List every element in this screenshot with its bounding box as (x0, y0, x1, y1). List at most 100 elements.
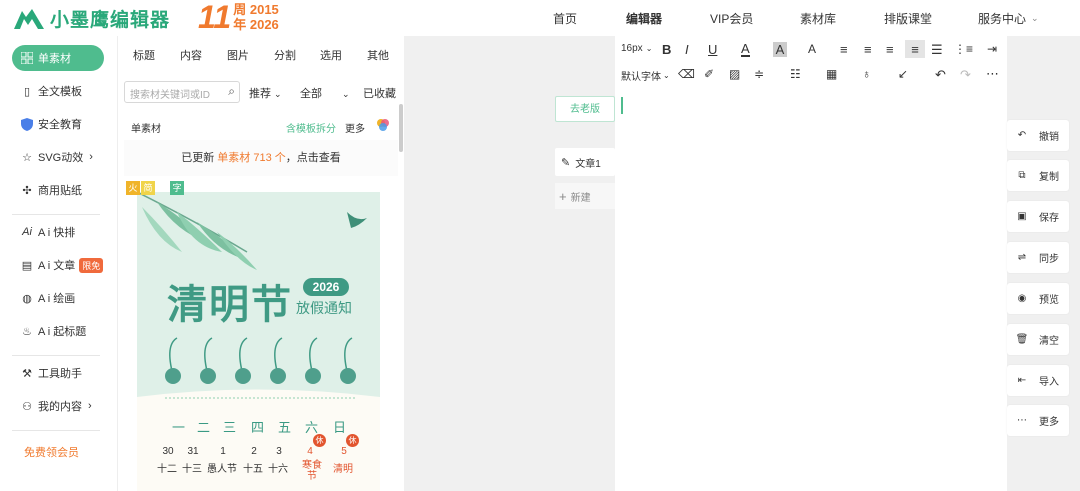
sidebar-item-safety[interactable]: 安全教育 (12, 111, 104, 137)
clear-button[interactable]: 🗑 清空 (1007, 324, 1069, 355)
nav-home[interactable]: 首页 (553, 0, 577, 36)
free-badge: 限免 (79, 257, 104, 273)
eagle-logo-icon (14, 8, 44, 29)
underline-icon[interactable]: U (708, 42, 717, 57)
justify-icon[interactable]: ≡ (905, 40, 925, 58)
line-height-icon[interactable]: ≑ (754, 67, 764, 81)
date-num: 3 (276, 446, 282, 457)
sidebar-item-ai-article[interactable]: ▤ A i 文章 限免 (12, 252, 104, 278)
panel-scrollbar[interactable] (399, 104, 403, 152)
update-count: 单素材 713 个 (217, 152, 286, 164)
copy-button[interactable]: ⧉ 复制 (1007, 160, 1069, 191)
tag-text: 字 (170, 181, 184, 195)
spacing-icon[interactable]: ☷ (790, 67, 801, 81)
more-link[interactable]: 更多 (345, 120, 365, 135)
sidebar-item-ai-paint[interactable]: ◍ A i 绘画 (12, 285, 104, 311)
list-icon[interactable]: ⋮≡ (954, 42, 973, 56)
anniversary-to: 2026 (249, 17, 279, 32)
font-size-select[interactable]: 16px ⌄ (621, 43, 652, 54)
sidebar-item-full-template[interactable]: ▯ 全文模板 (12, 78, 104, 104)
nav-service[interactable]: 服务中心 ⌄ (978, 0, 1039, 36)
shield-icon (20, 117, 34, 131)
font-color-icon[interactable]: A (741, 41, 750, 57)
format-brush-icon[interactable]: ✐ (704, 67, 714, 81)
more-button[interactable]: ⋯ 更多 (1007, 405, 1069, 436)
old-version-button[interactable]: 去老版 (555, 96, 615, 122)
sync-button[interactable]: ⇌ 同步 (1007, 242, 1069, 273)
template-split-link[interactable]: 含模板拆分 (286, 120, 336, 135)
new-doc-button[interactable]: + 新建 (555, 183, 615, 209)
text-effect-icon[interactable]: A (808, 42, 816, 56)
sidebar-item-label: A i 快排 (38, 227, 76, 239)
tab-title[interactable]: 标题 (133, 47, 155, 63)
bulb-icon[interactable]: ♁ (862, 67, 871, 81)
sidebar-divider (12, 214, 100, 215)
sidebar-item-sticker[interactable]: ✣ 商用贴纸 (12, 177, 104, 203)
sidebar-item-tools[interactable]: ⚒ 工具助手 (12, 360, 104, 386)
free-membership-link[interactable]: 免费领会员 (12, 439, 104, 465)
sidebar-item-my-content[interactable]: ⚇ 我的内容 › (12, 393, 104, 419)
star-icon: ☆ (22, 151, 32, 164)
search-icon[interactable]: ⌕ (228, 84, 235, 99)
nav-course[interactable]: 排版课堂 (884, 0, 932, 36)
sidebar-item-svg[interactable]: ☆ SVG动效 › (12, 144, 104, 170)
italic-icon[interactable]: I (685, 42, 689, 57)
nav-vip[interactable]: VIP会员 (710, 0, 753, 36)
undo-button[interactable]: ↶ 撤销 (1007, 120, 1069, 151)
import-button[interactable]: ⇤ 导入 (1007, 365, 1069, 396)
sort-select[interactable]: 推荐 ⌄ (249, 85, 282, 101)
nav-editor[interactable]: 编辑器 (626, 0, 662, 36)
anniversary-badge: 11 周 2015 年 2026 (198, 1, 279, 33)
saved-filter[interactable]: 已收藏 (363, 85, 396, 101)
more-icon[interactable]: ⋯ (986, 66, 999, 82)
tab-other[interactable]: 其他 (367, 47, 389, 63)
exit-icon[interactable]: ⇥ (987, 42, 997, 56)
anniversary-week: 周 (233, 2, 247, 17)
table-icon[interactable]: ▦ (826, 67, 837, 81)
category-select[interactable]: 全部 ⌄ (300, 85, 350, 101)
date-num: 4 (307, 446, 313, 457)
arrow-icon[interactable]: ↙ (898, 67, 908, 81)
fire-icon: ♨ (22, 325, 32, 338)
logo[interactable]: 小墨鹰编辑器 (12, 5, 170, 32)
align-center-icon[interactable]: ≡ (864, 42, 872, 57)
redo-icon[interactable]: ↷ (960, 67, 971, 83)
bold-icon[interactable]: B (662, 42, 671, 57)
undo-icon[interactable]: ↶ (935, 67, 946, 83)
image-icon[interactable]: ▨ (729, 67, 740, 81)
doc-tab-article1[interactable]: ✎ 文章1 (555, 148, 615, 176)
document-canvas[interactable] (615, 36, 1007, 491)
indent-icon[interactable]: ☰ (931, 42, 943, 58)
copy-icon: ⧉ (1018, 170, 1026, 181)
weekday-mon: 一 (172, 420, 186, 435)
save-button[interactable]: ▣ 保存 (1007, 201, 1069, 232)
preview-button[interactable]: ◉ 预览 (1007, 283, 1069, 314)
nav-material[interactable]: 素材库 (800, 0, 836, 36)
tab-content[interactable]: 内容 (180, 47, 202, 63)
import-icon: ⇤ (1017, 375, 1027, 386)
doc-tab-label: 文章1 (575, 158, 601, 170)
user-icon: ⚇ (22, 400, 32, 413)
update-banner[interactable]: 已更新 单素材 713 个，点击查看 (124, 140, 398, 176)
palette-icon[interactable] (376, 118, 390, 135)
sidebar-item-single-material[interactable]: 单素材 (12, 45, 104, 71)
tab-image[interactable]: 图片 (227, 47, 249, 63)
font-family-select[interactable]: 默认字体 ⌄ (621, 68, 670, 83)
highlight-icon[interactable]: A (773, 42, 787, 57)
tab-select[interactable]: 选用 (320, 47, 342, 63)
section-title: 单素材 (131, 124, 161, 135)
align-right-icon[interactable]: ≡ (886, 42, 894, 57)
sidebar-item-ai-layout[interactable]: Ai A i 快排 (12, 219, 104, 245)
tab-divider[interactable]: 分割 (274, 47, 296, 63)
undo-icon: ↶ (1017, 130, 1027, 141)
grid-icon (20, 51, 34, 65)
weekday-wed: 三 (223, 420, 237, 435)
sticker-icon: ✣ (22, 184, 32, 197)
date-label: 十五 (243, 464, 263, 475)
eraser-icon[interactable]: ⌫ (678, 67, 695, 81)
search-input[interactable]: 搜索材关键词或ID ⌕ (124, 81, 240, 103)
top-bar: 小墨鹰编辑器 11 周 2015 年 2026 首页 编辑器 VIP会员 素材库… (0, 0, 1080, 36)
card-year: 2026 (303, 278, 349, 296)
align-left-icon[interactable]: ≡ (840, 42, 848, 57)
sidebar-item-ai-title[interactable]: ♨ A i 起标题 (12, 318, 104, 344)
